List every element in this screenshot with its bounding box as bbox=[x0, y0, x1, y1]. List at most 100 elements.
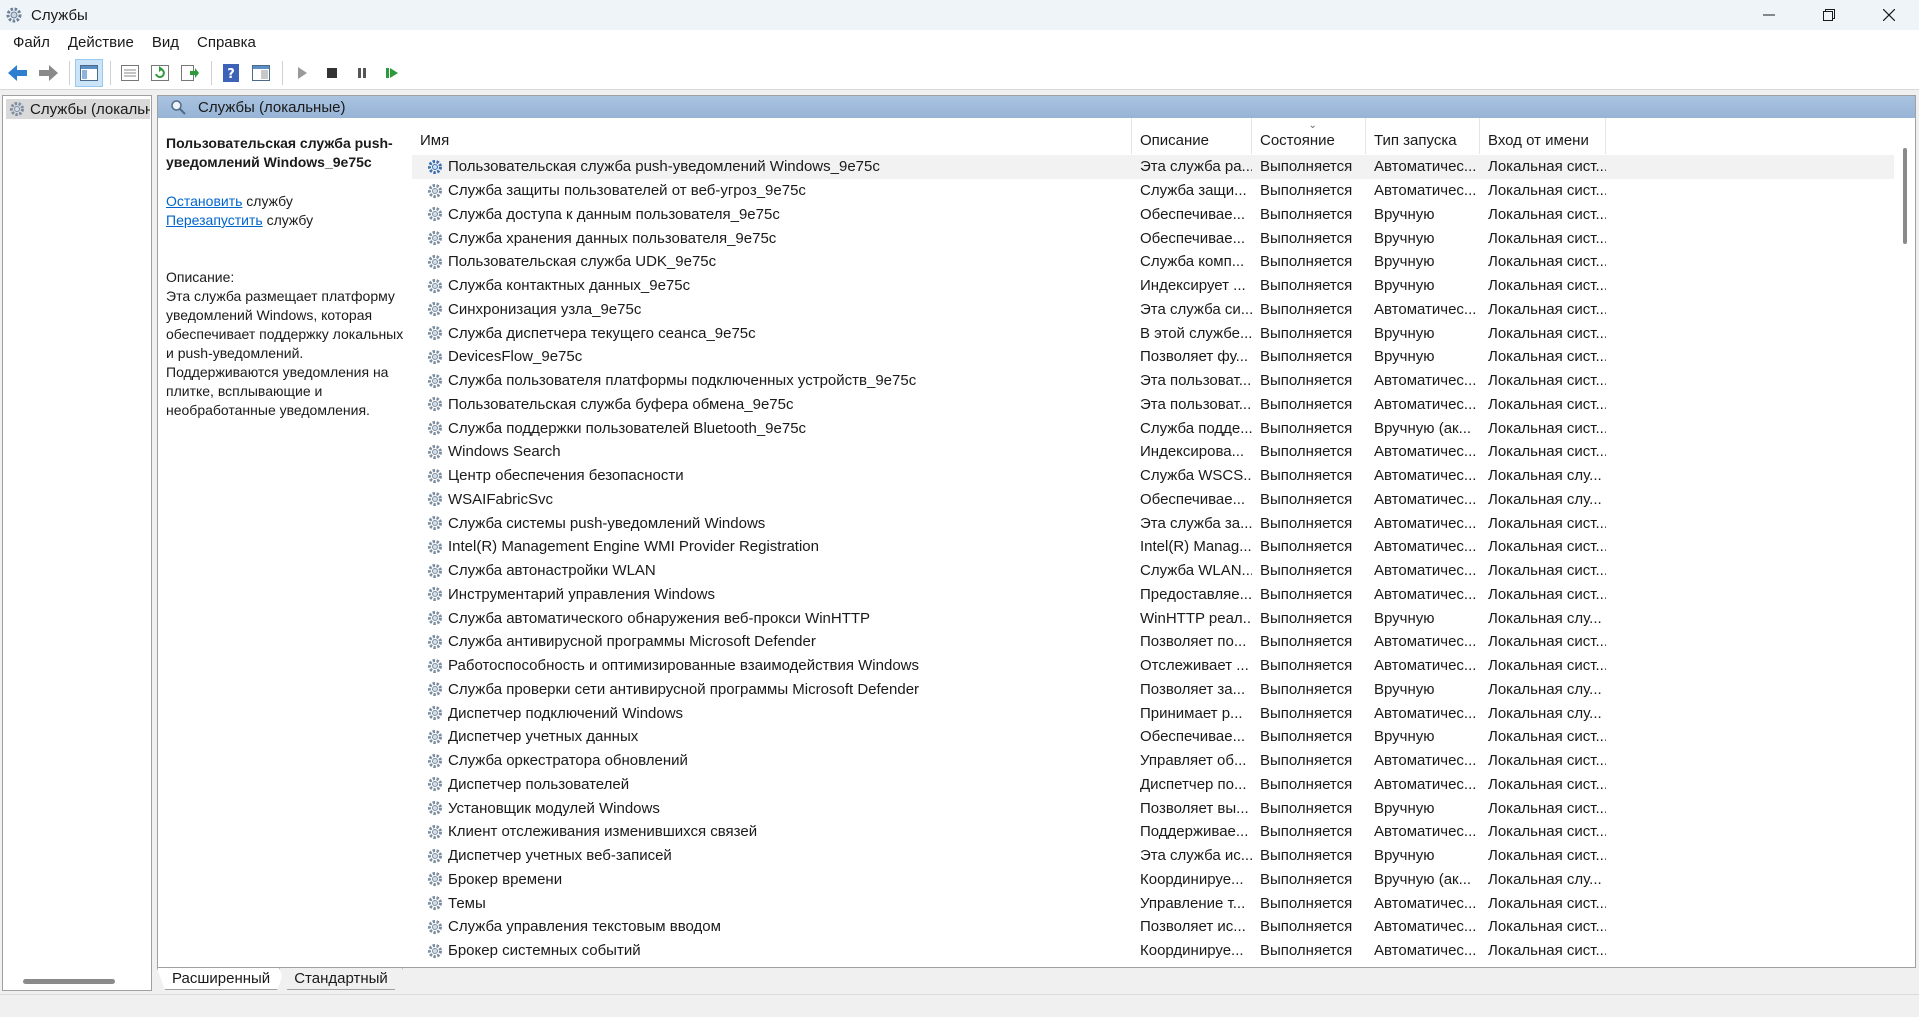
menu-help[interactable]: Справка bbox=[188, 30, 265, 56]
table-row[interactable]: Работоспособность и оптимизированные вза… bbox=[412, 654, 1894, 678]
window-title: Службы bbox=[31, 6, 88, 24]
service-login-cell: Локальная сист... bbox=[1488, 585, 1606, 603]
tab-extended[interactable]: Расширенный bbox=[157, 968, 285, 990]
service-gear-icon bbox=[428, 183, 442, 198]
service-login-cell: Локальная сист... bbox=[1488, 277, 1606, 295]
service-gear-icon bbox=[428, 824, 442, 839]
menu-view[interactable]: Вид bbox=[143, 30, 188, 56]
action-pane-button[interactable] bbox=[247, 59, 275, 87]
service-state-cell: Выполняется bbox=[1260, 680, 1353, 698]
service-name-cell: DevicesFlow_9e75c bbox=[412, 348, 1132, 366]
table-row[interactable]: DevicesFlow_9e75c Позволяет фу... Выполняе… bbox=[412, 345, 1894, 369]
refresh-button[interactable] bbox=[146, 59, 174, 87]
table-row[interactable]: Служба проверки сети антивирусной програ… bbox=[412, 678, 1894, 702]
service-state-cell: Выполняется bbox=[1260, 158, 1353, 176]
column-header-startup-type[interactable]: Тип запуска bbox=[1366, 118, 1480, 154]
search-magnifier-icon bbox=[171, 100, 186, 115]
service-login-cell: Локальная слу... bbox=[1488, 680, 1602, 698]
column-header-log-on-as[interactable]: Вход от имени bbox=[1480, 118, 1606, 154]
table-row[interactable]: Служба оркестратора обновлений Управляет … bbox=[412, 749, 1894, 773]
table-row[interactable]: Intel(R) Management Engine WMI Provider … bbox=[412, 535, 1894, 559]
service-startup-cell: Автоматичес... bbox=[1374, 633, 1477, 651]
service-name: Брокер системных событий bbox=[448, 942, 641, 960]
menu-action[interactable]: Действие bbox=[59, 30, 143, 56]
service-name-cell: Служба пользователя платформы подключенн… bbox=[412, 372, 1132, 390]
close-button[interactable] bbox=[1859, 0, 1919, 30]
export-list-button[interactable] bbox=[176, 59, 204, 87]
vertical-scrollbar[interactable] bbox=[1895, 118, 1915, 967]
scrollbar-thumb[interactable] bbox=[1903, 148, 1907, 244]
table-row[interactable]: Инструментарий управления Windows Предост… bbox=[412, 583, 1894, 607]
properties-button[interactable] bbox=[116, 59, 144, 87]
service-login-cell: Локальная сист... bbox=[1488, 918, 1606, 936]
menu-file[interactable]: Файл bbox=[4, 30, 59, 56]
service-state-cell: Выполняется bbox=[1260, 775, 1353, 793]
table-row[interactable]: Диспетчер учетных веб-записей Эта служба … bbox=[412, 844, 1894, 868]
table-row[interactable]: Темы Управление т... Выполняется Автоматиче… bbox=[412, 891, 1894, 915]
service-login-cell: Локальная сист... bbox=[1488, 633, 1606, 651]
table-row[interactable]: Пользовательская служба push-уведомлений… bbox=[412, 155, 1894, 179]
table-row[interactable]: Синхронизация узла_9e75c Эта служба си...… bbox=[412, 298, 1894, 322]
table-row[interactable]: Служба защиты пользователей от веб-угроз… bbox=[412, 179, 1894, 203]
service-state-cell: Выполняется bbox=[1260, 253, 1353, 271]
service-description-cell: Эта пользоват... bbox=[1140, 372, 1252, 390]
service-name-cell: Пользовательская служба UDK_9e75c bbox=[412, 253, 1132, 271]
column-header-state[interactable]: ⌄ Состояние bbox=[1252, 118, 1366, 154]
table-row[interactable]: Служба автоматического обнаружения веб-п… bbox=[412, 606, 1894, 630]
table-row[interactable]: WSAIFabricSvc Обеспечивае... Выполняется Ав… bbox=[412, 488, 1894, 512]
service-login-cell: Локальная сист... bbox=[1488, 894, 1606, 912]
table-row[interactable]: Диспетчер подключений Windows Принимает р… bbox=[412, 701, 1894, 725]
table-row[interactable]: Диспетчер учетных данных Обеспечивае... Вы… bbox=[412, 725, 1894, 749]
restart-service-link[interactable]: Перезапустить bbox=[166, 212, 263, 228]
service-name-cell: Диспетчер пользователей bbox=[412, 775, 1132, 793]
service-login-cell: Локальная сист... bbox=[1488, 538, 1606, 556]
table-row[interactable]: Служба поддержки пользователей Bluetooth… bbox=[412, 416, 1894, 440]
table-row[interactable]: Windows Search Индексирова... Выполняется А… bbox=[412, 440, 1894, 464]
toolbar-separator bbox=[282, 60, 283, 85]
tree-horizontal-scrollbar[interactable] bbox=[23, 979, 115, 984]
table-row[interactable]: Служба антивирусной программы Microsoft … bbox=[412, 630, 1894, 654]
forward-button[interactable] bbox=[34, 59, 62, 87]
table-row[interactable]: Установщик модулей Windows Позволяет вы..… bbox=[412, 796, 1894, 820]
table-row[interactable]: Пользовательская служба UDK_9e75c Служба … bbox=[412, 250, 1894, 274]
help-button[interactable]: ? bbox=[217, 59, 245, 87]
table-row[interactable]: Клиент отслеживания изменившихся связей П… bbox=[412, 820, 1894, 844]
service-name: Диспетчер подключений Windows bbox=[448, 704, 684, 722]
table-row[interactable]: Служба системы push-уведомлений Windows Э… bbox=[412, 511, 1894, 535]
column-header-name[interactable]: Имя bbox=[412, 118, 1132, 154]
table-row[interactable]: Служба пользователя платформы подключенн… bbox=[412, 369, 1894, 393]
table-row[interactable]: Служба автонастройки WLAN Служба WLAN... В… bbox=[412, 559, 1894, 583]
table-row[interactable]: Служба контактных данных_9e75c Индексируе… bbox=[412, 274, 1894, 298]
pause-service-button[interactable] bbox=[348, 59, 376, 87]
table-row[interactable]: Брокер системных событий Координируе... Вы… bbox=[412, 939, 1894, 963]
service-gear-icon bbox=[428, 492, 442, 507]
restore-button[interactable] bbox=[1799, 0, 1859, 30]
stop-service-link[interactable]: Остановить bbox=[166, 193, 242, 209]
table-row[interactable]: Служба управления текстовым вводом Позвол… bbox=[412, 915, 1894, 939]
service-gear-icon bbox=[428, 302, 442, 317]
table-row[interactable]: Диспетчер пользователей Диспетчер по... Вы… bbox=[412, 773, 1894, 797]
table-row[interactable]: Служба хранения данных пользователя_9e75… bbox=[412, 226, 1894, 250]
table-row[interactable]: Служба диспетчера текущего сеанса_9e75c В… bbox=[412, 321, 1894, 345]
show-hide-console-tree-button[interactable] bbox=[75, 58, 103, 87]
back-button[interactable] bbox=[4, 59, 32, 87]
service-login-cell: Локальная сист... bbox=[1488, 324, 1606, 342]
service-gear-icon bbox=[428, 278, 442, 293]
stop-service-button[interactable] bbox=[318, 59, 346, 87]
tree-item-services-local[interactable]: Службы (локальные) bbox=[6, 99, 150, 119]
back-arrow-icon bbox=[8, 64, 27, 81]
service-description-cell: Intel(R) Manag... bbox=[1140, 538, 1252, 556]
service-description-cell: Координируе... bbox=[1140, 942, 1244, 960]
minimize-button[interactable] bbox=[1739, 0, 1799, 30]
table-row[interactable]: Служба доступа к данным пользователя_9e7… bbox=[412, 203, 1894, 227]
table-row[interactable]: Пользовательская служба буфера обмена_9e… bbox=[412, 393, 1894, 417]
tab-standard[interactable]: Стандартный bbox=[279, 968, 403, 990]
restart-service-button[interactable] bbox=[378, 59, 406, 87]
table-row[interactable]: Брокер времени Координируе... Выполняется В… bbox=[412, 868, 1894, 892]
service-login-cell: Локальная сист... bbox=[1488, 372, 1606, 390]
service-name: Темы bbox=[448, 894, 486, 912]
service-state-cell: Выполняется bbox=[1260, 847, 1353, 865]
column-header-description[interactable]: Описание bbox=[1132, 118, 1252, 154]
start-service-button[interactable] bbox=[288, 59, 316, 87]
table-row[interactable]: Центр обеспечения безопасности Служба WSC… bbox=[412, 464, 1894, 488]
